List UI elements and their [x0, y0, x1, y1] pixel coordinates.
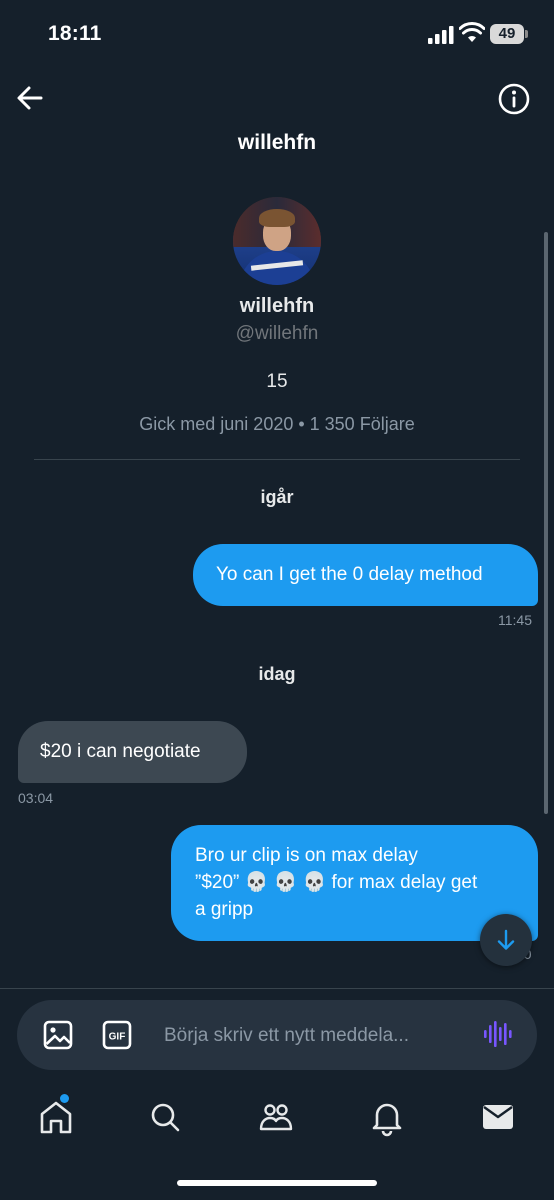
battery-indicator: 49 — [490, 24, 530, 44]
message-text: Yo can I get the 0 delay method — [216, 564, 483, 585]
profile-name[interactable]: willehfn — [0, 295, 554, 318]
gif-icon[interactable]: GIF — [101, 1019, 133, 1051]
profile-bio: 15 — [266, 371, 288, 392]
skull-emoji-icon: 💀 — [302, 872, 327, 893]
skull-emoji-icon: 💀 — [244, 872, 269, 893]
message-timestamp: 03:04 — [18, 790, 54, 806]
cellular-signal-icon — [428, 26, 454, 44]
wifi-icon — [459, 22, 485, 42]
day-label-yesterday: igår — [260, 487, 294, 507]
composer-divider — [0, 988, 554, 989]
battery-level: 49 — [490, 24, 524, 44]
voice-wave-icon[interactable] — [481, 1018, 513, 1050]
notifications-icon[interactable] — [365, 1095, 409, 1139]
skull-emoji-icon: 💀 — [273, 872, 298, 893]
divider — [34, 459, 520, 460]
search-icon[interactable] — [143, 1095, 187, 1139]
arrow-left-icon[interactable] — [14, 82, 46, 114]
image-icon[interactable] — [42, 1019, 74, 1051]
message-text: $20 i can negotiate — [40, 741, 201, 762]
message-text-line: ”$20” 💀 💀 💀 for max delay get — [195, 872, 478, 893]
messages-icon[interactable] — [476, 1095, 520, 1139]
svg-text:GIF: GIF — [109, 1032, 126, 1043]
profile-meta: Gick med juni 2020 • 1 350 Följare — [139, 414, 415, 434]
info-icon[interactable] — [497, 82, 531, 116]
day-label-today: idag — [258, 664, 296, 684]
message-input[interactable] — [164, 1022, 454, 1050]
message-bubble-outgoing[interactable]: Yo can I get the 0 delay method — [193, 544, 538, 606]
profile-handle: @willehfn — [235, 323, 319, 344]
message-timestamp: 11:45 — [498, 612, 532, 628]
home-indicator — [177, 1180, 377, 1186]
conversation-title: willehfn — [237, 131, 317, 154]
arrow-down-icon — [497, 929, 515, 950]
communities-icon[interactable] — [254, 1095, 298, 1139]
message-text-line: a gripp — [195, 899, 254, 920]
avatar[interactable] — [233, 197, 321, 285]
scrollbar[interactable] — [544, 232, 548, 814]
scroll-to-bottom-button[interactable] — [480, 914, 532, 966]
home-icon[interactable] — [34, 1095, 78, 1139]
notification-dot — [60, 1094, 69, 1103]
message-text-line: Bro ur clip is on max delay — [195, 845, 418, 866]
message-bubble-incoming[interactable]: $20 i can negotiate — [18, 721, 247, 783]
status-time: 18:11 — [48, 22, 102, 45]
